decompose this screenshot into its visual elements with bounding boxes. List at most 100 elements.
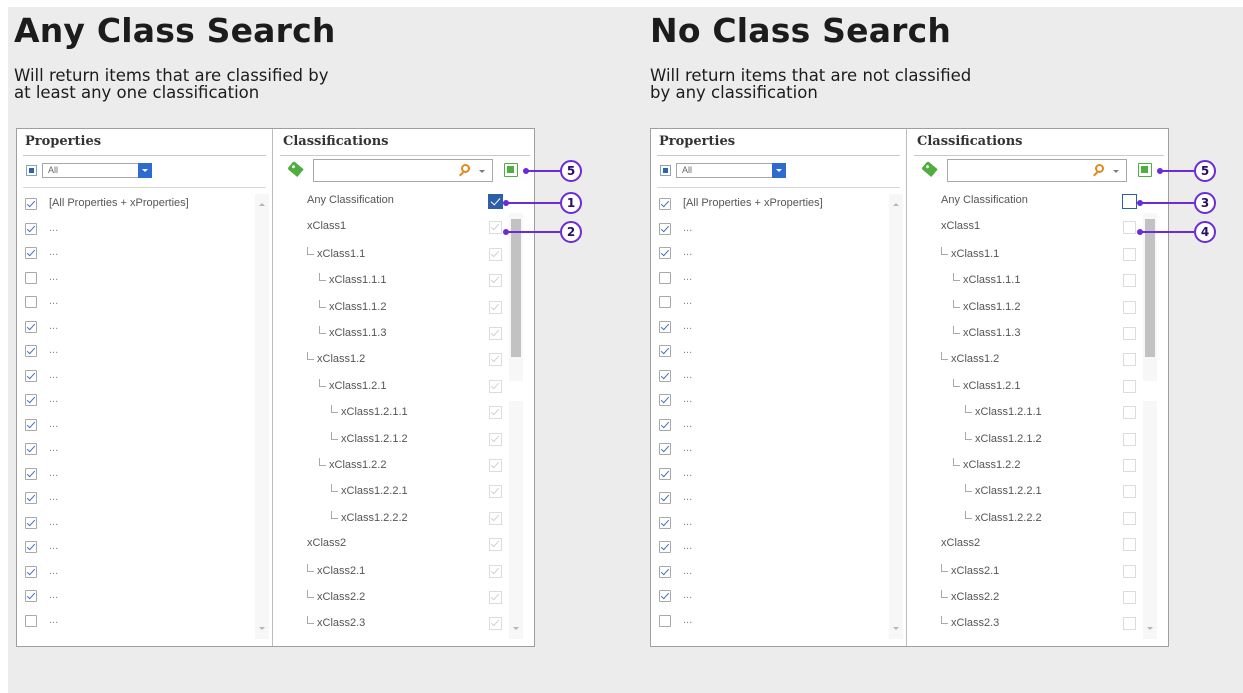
property-checkbox[interactable] bbox=[659, 394, 671, 406]
property-row[interactable]: ... bbox=[659, 488, 895, 512]
property-checkbox[interactable] bbox=[25, 541, 37, 553]
classification-row[interactable]: Any Classification bbox=[907, 189, 1157, 215]
classification-checkbox[interactable] bbox=[1123, 617, 1136, 631]
property-checkbox[interactable] bbox=[659, 614, 671, 627]
property-checkbox[interactable] bbox=[659, 516, 671, 529]
scroll-up-icon[interactable] bbox=[893, 203, 899, 206]
classification-checkbox[interactable] bbox=[1123, 247, 1136, 261]
classification-checkbox[interactable] bbox=[489, 406, 502, 420]
property-checkbox[interactable] bbox=[659, 369, 671, 382]
scroll-down-icon[interactable] bbox=[513, 627, 519, 630]
classification-checkbox[interactable] bbox=[489, 300, 502, 314]
property-row[interactable]: ... bbox=[25, 243, 261, 267]
property-checkbox[interactable] bbox=[659, 247, 671, 259]
scroll-thumb[interactable] bbox=[1145, 219, 1155, 357]
property-row[interactable]: ... bbox=[25, 292, 261, 316]
scroll-down-icon[interactable] bbox=[1147, 627, 1153, 630]
property-checkbox[interactable] bbox=[25, 247, 37, 259]
classification-row[interactable]: xClass1.2.1.2 bbox=[907, 427, 1157, 453]
classification-checkbox[interactable] bbox=[1123, 353, 1136, 367]
classification-checkbox[interactable] bbox=[1123, 432, 1136, 446]
any-classification-checkbox[interactable] bbox=[1122, 194, 1137, 209]
property-checkbox[interactable] bbox=[25, 369, 37, 382]
classification-checkbox[interactable] bbox=[489, 564, 502, 578]
property-checkbox[interactable] bbox=[25, 394, 37, 406]
classification-row[interactable]: xClass1.2.1.1 bbox=[273, 400, 523, 426]
classification-row[interactable]: xClass1 bbox=[907, 215, 1157, 241]
select-all-checkbox[interactable] bbox=[660, 165, 671, 176]
property-row[interactable]: ... bbox=[659, 219, 895, 243]
property-checkbox[interactable] bbox=[659, 590, 671, 602]
scroll-thumb[interactable] bbox=[511, 219, 521, 357]
classification-row[interactable]: xClass1.1.1 bbox=[273, 268, 523, 294]
search-icon[interactable] bbox=[461, 164, 470, 173]
classification-row[interactable]: xClass1.2.2 bbox=[907, 453, 1157, 479]
property-row[interactable]: ... bbox=[659, 415, 895, 439]
classification-row[interactable]: xClass2.3 bbox=[907, 611, 1157, 637]
classification-checkbox[interactable] bbox=[1123, 379, 1136, 393]
classification-checkbox[interactable] bbox=[1123, 221, 1136, 235]
property-checkbox[interactable] bbox=[25, 467, 37, 480]
classification-checkbox[interactable] bbox=[1123, 406, 1136, 420]
property-checkbox[interactable] bbox=[25, 320, 37, 333]
classification-row[interactable]: xClass1.1.2 bbox=[273, 295, 523, 321]
property-checkbox[interactable] bbox=[659, 296, 671, 308]
property-checkbox[interactable] bbox=[659, 492, 671, 504]
classifications-scrollbar[interactable] bbox=[509, 213, 523, 639]
classification-checkbox[interactable] bbox=[489, 538, 502, 552]
property-checkbox[interactable] bbox=[25, 345, 37, 357]
property-row[interactable]: ... bbox=[659, 366, 895, 390]
classification-checkbox[interactable] bbox=[1123, 564, 1136, 578]
property-row[interactable]: ... bbox=[25, 219, 261, 243]
classification-row[interactable]: xClass1 bbox=[273, 215, 523, 241]
property-row[interactable]: ... bbox=[659, 611, 895, 635]
property-row[interactable]: ... bbox=[25, 341, 261, 365]
property-filter-select[interactable]: All bbox=[676, 163, 786, 178]
classification-checkbox[interactable] bbox=[489, 327, 502, 340]
classification-checkbox[interactable] bbox=[489, 432, 502, 446]
classification-row[interactable]: xClass2.1 bbox=[273, 559, 523, 585]
classification-row[interactable]: xClass2 bbox=[273, 532, 523, 558]
classification-row[interactable]: xClass1.2.2.1 bbox=[907, 479, 1157, 505]
classification-checkbox[interactable] bbox=[1123, 591, 1136, 604]
property-row[interactable]: ... bbox=[25, 366, 261, 390]
classification-row[interactable]: xClass1.2.1 bbox=[273, 374, 523, 400]
property-checkbox[interactable] bbox=[659, 418, 671, 431]
classification-checkbox[interactable] bbox=[1123, 300, 1136, 314]
property-checkbox[interactable] bbox=[659, 320, 671, 333]
property-checkbox[interactable] bbox=[25, 565, 37, 578]
classification-checkbox[interactable] bbox=[489, 274, 502, 288]
property-checkbox[interactable] bbox=[659, 345, 671, 357]
scroll-up-icon[interactable] bbox=[259, 203, 265, 206]
property-checkbox[interactable] bbox=[659, 443, 671, 455]
property-row[interactable]: ... bbox=[659, 464, 895, 488]
property-checkbox[interactable] bbox=[659, 271, 671, 284]
property-checkbox[interactable] bbox=[25, 590, 37, 602]
property-row[interactable]: ... bbox=[659, 243, 895, 267]
property-checkbox[interactable] bbox=[659, 198, 671, 210]
classification-search-input[interactable] bbox=[313, 159, 493, 182]
property-row[interactable]: ... bbox=[25, 537, 261, 561]
property-checkbox[interactable] bbox=[25, 492, 37, 504]
classification-row[interactable]: xClass1.1 bbox=[907, 242, 1157, 268]
search-icon[interactable] bbox=[1095, 164, 1104, 173]
classifications-scrollbar[interactable] bbox=[1143, 213, 1157, 639]
apply-classification-icon[interactable] bbox=[1138, 163, 1152, 177]
classification-checkbox[interactable] bbox=[1123, 327, 1136, 340]
properties-scrollbar[interactable] bbox=[889, 194, 903, 639]
classification-row[interactable]: xClass1.2.1.1 bbox=[907, 400, 1157, 426]
classification-row[interactable]: Any Classification bbox=[273, 189, 523, 215]
classification-row[interactable]: xClass1.1.1 bbox=[907, 268, 1157, 294]
property-checkbox[interactable] bbox=[25, 296, 37, 308]
classification-search-input[interactable] bbox=[947, 159, 1127, 182]
property-row[interactable]: ... bbox=[659, 268, 895, 292]
classification-row[interactable]: xClass2.3 bbox=[273, 611, 523, 637]
classification-row[interactable]: xClass1.2.2.2 bbox=[907, 506, 1157, 532]
classification-checkbox[interactable] bbox=[489, 591, 502, 604]
property-checkbox[interactable] bbox=[659, 541, 671, 553]
property-row[interactable]: ... bbox=[25, 390, 261, 414]
classification-row[interactable]: xClass1.2.2.1 bbox=[273, 479, 523, 505]
property-checkbox[interactable] bbox=[25, 418, 37, 431]
classification-row[interactable]: xClass1.2.2.2 bbox=[273, 506, 523, 532]
classification-checkbox[interactable] bbox=[489, 459, 502, 472]
